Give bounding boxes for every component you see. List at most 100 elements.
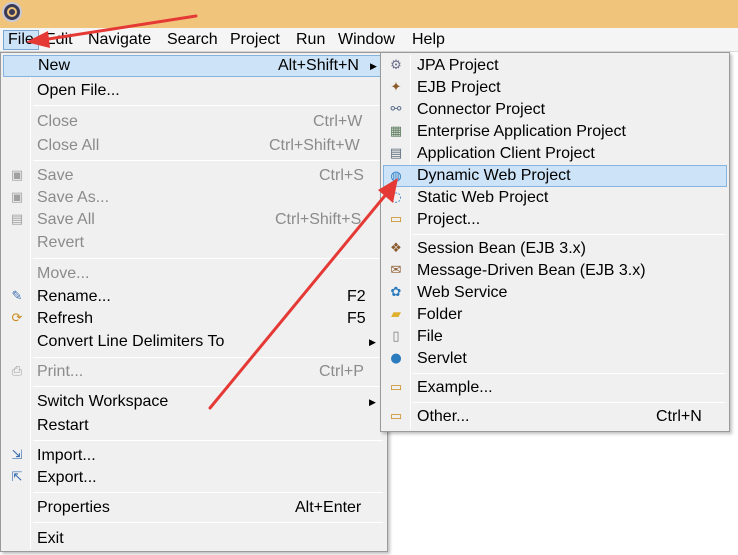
enterprise-project-icon: ▦: [389, 124, 403, 139]
menu-item-label: Switch Workspace: [37, 393, 169, 410]
submenu-item-session-bean[interactable]: ❖ Session Bean (EJB 3.x): [383, 238, 727, 260]
menu-item-accelerator: Alt+Enter: [295, 499, 362, 516]
file-menu: New Alt+Shift+N ▶ Open File... Close Ctr…: [0, 52, 388, 552]
menu-item-save-as[interactable]: ▣ Save As...: [3, 187, 385, 209]
menu-item-label: Application Client Project: [417, 145, 595, 162]
menu-item-label: Enterprise Application Project: [417, 123, 626, 140]
menu-item-restart[interactable]: Restart: [3, 415, 385, 437]
menu-item-label: Import...: [37, 447, 96, 464]
import-icon: ⇲: [11, 448, 23, 463]
submenu-item-file[interactable]: ▯ File: [383, 326, 727, 348]
menu-item-close[interactable]: Close Ctrl+W: [3, 111, 385, 133]
menu-item-accelerator: Alt+Shift+N: [278, 57, 359, 74]
rename-icon: ✎: [11, 289, 23, 304]
save-all-icon: ▤: [10, 212, 24, 227]
menu-item-label: Properties: [37, 499, 110, 516]
refresh-icon: ⟳: [11, 311, 23, 326]
submenu-item-project[interactable]: ▭ Project...: [383, 209, 727, 231]
eclipse-logo-icon: [2, 2, 22, 22]
menu-item-label: Dynamic Web Project: [417, 167, 571, 184]
print-icon: ⎙: [11, 364, 23, 379]
static-web-project-icon: ◌: [390, 190, 402, 205]
submenu-item-other[interactable]: ▭ Other... Ctrl+N: [383, 406, 727, 428]
submenu-arrow-icon: ▶: [369, 397, 376, 407]
menu-item-refresh[interactable]: ⟳ Refresh F5: [3, 308, 385, 330]
submenu-item-jpa-project[interactable]: ⚙ JPA Project: [383, 55, 727, 77]
menu-navigate[interactable]: Navigate: [84, 30, 155, 50]
menu-item-accelerator: Ctrl+Shift+W: [269, 137, 360, 154]
menu-item-accelerator: Ctrl+W: [313, 113, 363, 130]
connector-project-icon: ⚯: [390, 102, 402, 117]
menu-item-label: Static Web Project: [417, 189, 549, 206]
menu-item-accelerator: Ctrl+S: [319, 167, 364, 184]
menu-bar: File Edit Navigate Search Project Run Wi…: [0, 28, 738, 52]
submenu-item-enterprise-application-project[interactable]: ▦ Enterprise Application Project: [383, 121, 727, 143]
submenu-item-message-driven-bean[interactable]: ✉ Message-Driven Bean (EJB 3.x): [383, 260, 727, 282]
menu-item-accelerator: Ctrl+P: [319, 363, 364, 380]
menu-item-properties[interactable]: Properties Alt+Enter: [3, 497, 385, 519]
menu-search[interactable]: Search: [163, 30, 222, 50]
jpa-project-icon: ⚙: [390, 58, 402, 73]
menu-item-switch-workspace[interactable]: Switch Workspace ▶: [3, 391, 385, 413]
menu-item-label: Other...: [417, 408, 470, 425]
folder-icon: ▰: [391, 307, 401, 322]
menu-item-label: Export...: [37, 469, 97, 486]
menu-item-label: Close: [37, 113, 78, 130]
application-client-icon: ▤: [389, 146, 403, 161]
submenu-item-folder[interactable]: ▰ Folder: [383, 304, 727, 326]
menu-item-exit[interactable]: Exit: [3, 528, 385, 550]
menu-item-move[interactable]: Move...: [3, 263, 385, 285]
submenu-item-static-web-project[interactable]: ◌ Static Web Project: [383, 187, 727, 209]
menu-item-print[interactable]: ⎙ Print... Ctrl+P: [3, 361, 385, 383]
menu-item-label: File: [417, 328, 443, 345]
menu-help[interactable]: Help: [408, 30, 449, 50]
export-icon: ⇱: [11, 470, 23, 485]
menu-item-convert-line-delimiters[interactable]: Convert Line Delimiters To ▶: [3, 331, 385, 353]
submenu-item-connector-project[interactable]: ⚯ Connector Project: [383, 99, 727, 121]
menu-item-open-file[interactable]: Open File...: [3, 80, 385, 102]
menu-window[interactable]: Window: [334, 30, 399, 50]
submenu-item-dynamic-web-project[interactable]: ◍ Dynamic Web Project: [383, 165, 727, 187]
menu-item-accelerator: Ctrl+Shift+S: [275, 211, 362, 228]
menu-item-label: Refresh: [37, 310, 94, 327]
menu-item-import[interactable]: ⇲ Import...: [3, 445, 385, 467]
menu-item-export[interactable]: ⇱ Export...: [3, 467, 385, 489]
example-icon: ▭: [389, 380, 403, 395]
menu-item-label: Convert Line Delimiters To: [37, 333, 225, 350]
menu-item-label: Web Service: [417, 284, 508, 301]
menu-item-label: Close All: [37, 137, 100, 154]
menu-item-rename[interactable]: ✎ Rename... F2: [3, 286, 385, 308]
submenu-item-web-service[interactable]: ✿ Web Service: [383, 282, 727, 304]
menu-item-label: Connector Project: [417, 101, 546, 118]
menu-item-label: Servlet: [417, 350, 467, 367]
menu-item-label: Project...: [417, 211, 481, 228]
menu-item-label: Move...: [37, 265, 90, 282]
submenu-item-example[interactable]: ▭ Example...: [383, 377, 727, 399]
menu-file[interactable]: File: [3, 30, 39, 50]
menu-item-accelerator: F2: [347, 288, 366, 305]
menu-run[interactable]: Run: [292, 30, 329, 50]
menu-item-close-all[interactable]: Close All Ctrl+Shift+W: [3, 135, 385, 157]
menu-project[interactable]: Project: [226, 30, 284, 50]
menu-item-label: Print...: [37, 363, 84, 380]
menu-item-new[interactable]: New Alt+Shift+N ▶: [3, 55, 385, 77]
menu-item-revert[interactable]: Revert: [3, 232, 385, 254]
menu-item-save-all[interactable]: ▤ Save All Ctrl+Shift+S: [3, 209, 385, 231]
menu-item-label: Example...: [417, 379, 493, 396]
menu-item-label: Revert: [37, 234, 85, 251]
submenu-item-application-client-project[interactable]: ▤ Application Client Project: [383, 143, 727, 165]
menu-item-save[interactable]: ▣ Save Ctrl+S: [3, 165, 385, 187]
submenu-arrow-icon: ▶: [370, 61, 377, 71]
submenu-item-servlet[interactable]: ● Servlet: [383, 348, 727, 370]
menu-item-label: Save All: [37, 211, 95, 228]
submenu-item-ejb-project[interactable]: ✦ EJB Project: [383, 77, 727, 99]
new-project-icon: ▭: [389, 212, 403, 227]
menu-edit[interactable]: Edit: [41, 30, 77, 50]
menu-item-label: Save As...: [37, 189, 110, 206]
ejb-project-icon: ✦: [390, 80, 402, 95]
dynamic-web-project-icon: ◍: [390, 169, 402, 184]
menu-item-label: Open File...: [37, 82, 120, 99]
other-wizard-icon: ▭: [389, 409, 403, 424]
menu-item-accelerator: Ctrl+N: [656, 408, 702, 425]
menu-item-label: Restart: [37, 417, 89, 434]
